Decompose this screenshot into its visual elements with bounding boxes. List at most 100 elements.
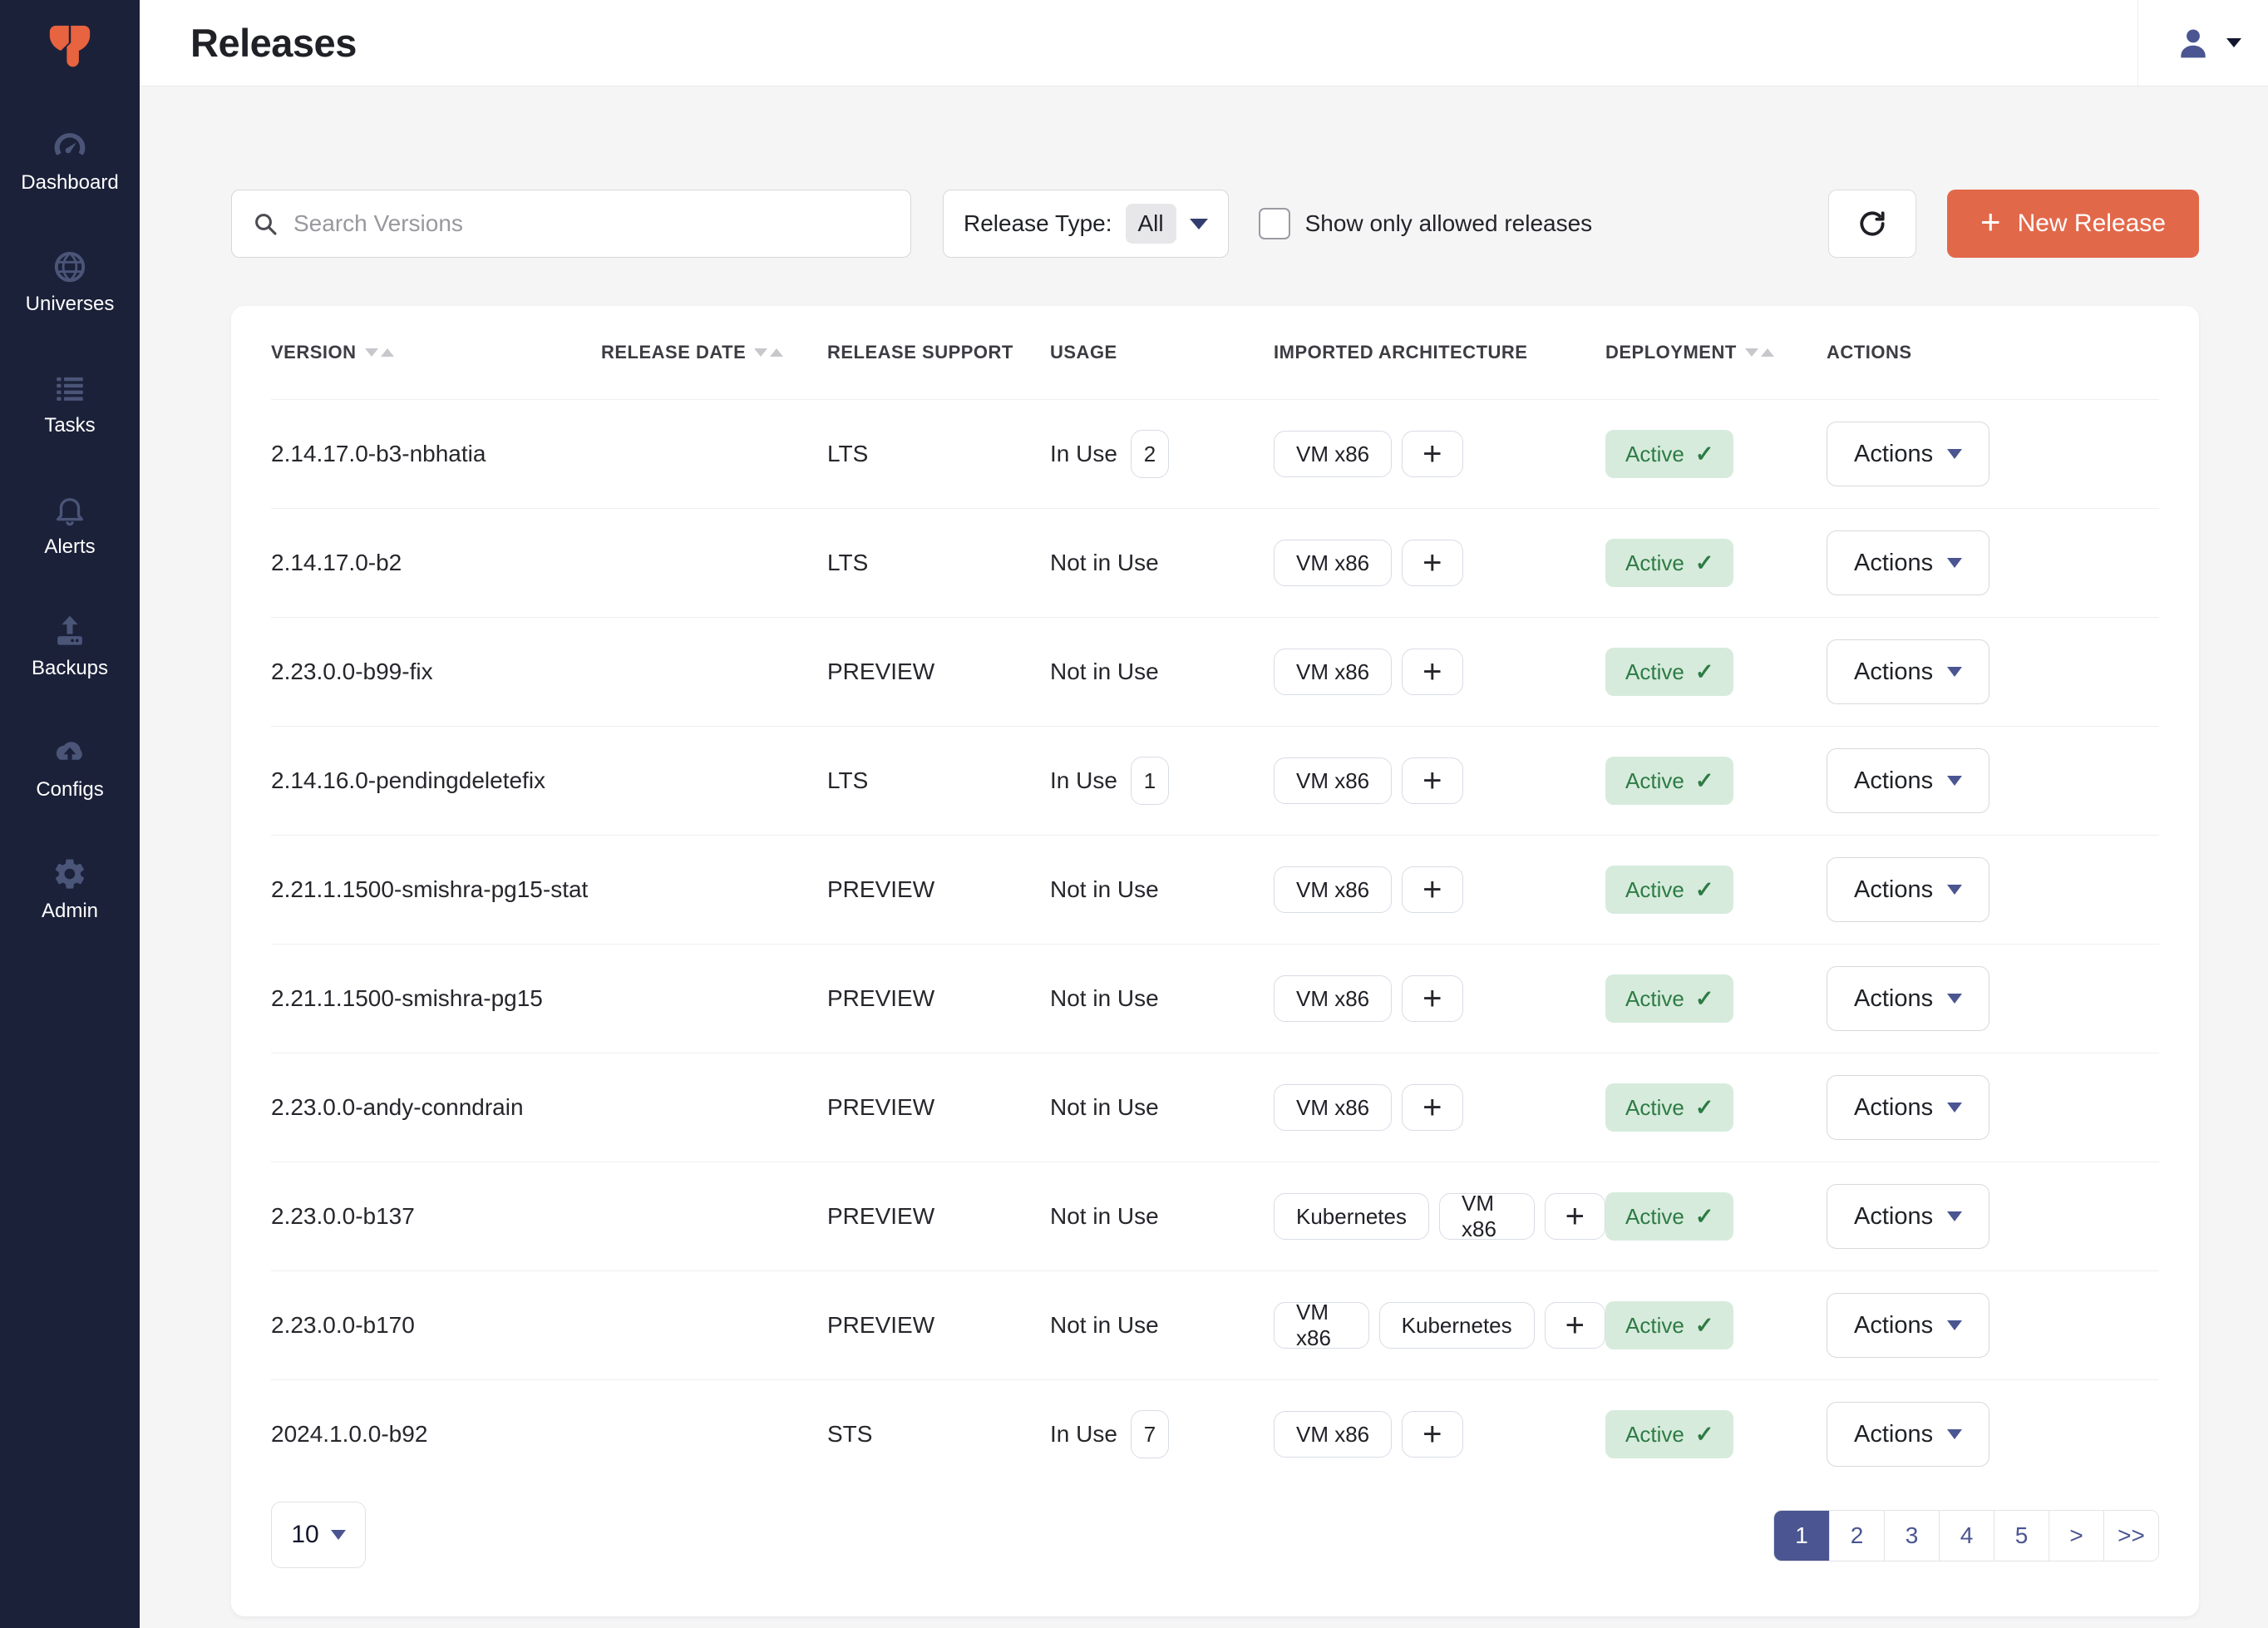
show-allowed-label: Show only allowed releases	[1305, 210, 1593, 237]
architecture-cell: VM x86+	[1274, 649, 1605, 695]
actions-button-label: Actions	[1854, 985, 1933, 1013]
architecture-cell: VM x86+	[1274, 540, 1605, 586]
usage-cell: Not in Use	[1050, 550, 1274, 576]
table-row: 2.23.0.0-b99-fix PREVIEW Not in Use VM x…	[271, 617, 2159, 726]
new-release-button[interactable]: + New Release	[1947, 190, 2199, 258]
actions-button-label: Actions	[1854, 1421, 1933, 1448]
deployment-cell: Active ✓	[1605, 974, 1827, 1023]
actions-dropdown-button[interactable]: Actions	[1827, 422, 1989, 486]
add-architecture-button[interactable]: +	[1402, 649, 1462, 695]
check-icon: ✓	[1695, 1313, 1714, 1339]
release-type-filter[interactable]: Release Type: All	[943, 190, 1229, 258]
deployment-status-badge: Active ✓	[1605, 1301, 1733, 1349]
sidebar-item-admin[interactable]: Admin	[0, 856, 140, 923]
actions-dropdown-button[interactable]: Actions	[1827, 748, 1989, 813]
usage-label: Not in Use	[1050, 1203, 1159, 1230]
actions-dropdown-button[interactable]: Actions	[1827, 966, 1989, 1031]
deployment-cell: Active ✓	[1605, 430, 1827, 478]
version-cell: 2.23.0.0-b137	[271, 1203, 601, 1230]
usage-cell: Not in Use	[1050, 985, 1274, 1012]
page-button[interactable]: 2	[1829, 1511, 1884, 1561]
add-architecture-button[interactable]: +	[1402, 975, 1462, 1022]
architecture-cell: VM x86+	[1274, 757, 1605, 804]
sort-icons	[754, 348, 783, 357]
sidebar-item-tasks[interactable]: Tasks	[0, 371, 140, 437]
add-architecture-button[interactable]: +	[1402, 1411, 1462, 1458]
actions-dropdown-button[interactable]: Actions	[1827, 1184, 1989, 1249]
column-header-release-date[interactable]: RELEASE DATE	[601, 342, 827, 363]
add-architecture-button[interactable]: +	[1402, 1084, 1462, 1131]
sidebar-item-alerts[interactable]: Alerts	[0, 492, 140, 559]
add-architecture-button[interactable]: +	[1402, 431, 1462, 477]
actions-cell: Actions	[1827, 1075, 2159, 1140]
chevron-down-icon	[1947, 667, 1962, 677]
architecture-cell: VM x86+	[1274, 1084, 1605, 1131]
column-header-release-support: RELEASE SUPPORT	[827, 342, 1050, 363]
refresh-button[interactable]	[1828, 190, 1916, 258]
page-button[interactable]: 5	[1994, 1511, 2049, 1561]
actions-dropdown-button[interactable]: Actions	[1827, 639, 1989, 704]
sidebar-item-configs[interactable]: Configs	[0, 735, 140, 802]
table-header-row: VERSION RELEASE DATE RELEASE SUPPORT USA…	[271, 306, 2159, 399]
check-icon: ✓	[1695, 659, 1714, 685]
architecture-chip: VM x86	[1274, 1411, 1392, 1458]
actions-dropdown-button[interactable]: Actions	[1827, 1075, 1989, 1140]
deployment-badge-label: Active	[1625, 550, 1684, 576]
user-menu-button[interactable]	[2137, 0, 2268, 86]
check-icon: ✓	[1695, 442, 1714, 467]
usage-label: In Use	[1050, 1421, 1117, 1448]
usage-label: Not in Use	[1050, 659, 1159, 685]
page-button[interactable]: 3	[1884, 1511, 1939, 1561]
search-icon	[252, 210, 279, 237]
usage-label: Not in Use	[1050, 876, 1159, 903]
actions-cell: Actions	[1827, 422, 2159, 486]
add-architecture-button[interactable]: +	[1402, 540, 1462, 586]
sidebar-item-backups[interactable]: Backups	[0, 614, 140, 680]
sort-icons	[1745, 348, 1774, 357]
sidebar-item-label: Configs	[36, 778, 103, 802]
last-page-button[interactable]: >>	[2103, 1511, 2158, 1561]
column-header-deployment[interactable]: DEPLOYMENT	[1605, 342, 1827, 363]
cloud-upload-icon	[52, 735, 87, 770]
actions-button-label: Actions	[1854, 767, 1933, 795]
page-size-dropdown[interactable]: 10	[271, 1502, 366, 1568]
actions-dropdown-button[interactable]: Actions	[1827, 857, 1989, 922]
sidebar-item-dashboard[interactable]: Dashboard	[0, 128, 140, 195]
release-support-cell: STS	[827, 1421, 1050, 1448]
deployment-status-badge: Active ✓	[1605, 539, 1733, 587]
deployment-badge-label: Active	[1625, 1422, 1684, 1448]
sidebar-item-universes[interactable]: Universes	[0, 249, 140, 316]
add-architecture-button[interactable]: +	[1402, 866, 1462, 913]
add-architecture-button[interactable]: +	[1545, 1302, 1605, 1349]
deployment-badge-label: Active	[1625, 986, 1684, 1012]
topbar: Releases	[140, 0, 2268, 86]
table-row: 2.23.0.0-b170 PREVIEW Not in Use VM x86K…	[271, 1270, 2159, 1379]
column-header-usage: USAGE	[1050, 342, 1274, 363]
sidebar-nav: Dashboard Universes Tasks Alerts Backups	[0, 128, 140, 923]
yugabyte-logo-icon[interactable]	[46, 22, 94, 70]
column-header-version[interactable]: VERSION	[271, 342, 601, 363]
add-architecture-button[interactable]: +	[1545, 1193, 1605, 1240]
deployment-cell: Active ✓	[1605, 1083, 1827, 1132]
version-cell: 2.14.17.0-b2	[271, 550, 601, 576]
page-button[interactable]: 1	[1774, 1511, 1829, 1561]
version-cell: 2.23.0.0-andy-conndrain	[271, 1094, 601, 1121]
bell-icon	[52, 492, 87, 527]
actions-cell: Actions	[1827, 639, 2159, 704]
actions-dropdown-button[interactable]: Actions	[1827, 1293, 1989, 1358]
page-button[interactable]: 4	[1939, 1511, 1994, 1561]
deployment-cell: Active ✓	[1605, 1301, 1827, 1349]
show-allowed-checkbox[interactable]	[1259, 208, 1290, 239]
column-header-imported-architecture: IMPORTED ARCHITECTURE	[1274, 342, 1605, 363]
deployment-badge-label: Active	[1625, 768, 1684, 794]
check-icon: ✓	[1695, 877, 1714, 903]
add-architecture-button[interactable]: +	[1402, 757, 1462, 804]
actions-dropdown-button[interactable]: Actions	[1827, 530, 1989, 595]
usage-label: In Use	[1050, 767, 1117, 794]
next-page-button[interactable]: >	[2049, 1511, 2103, 1561]
deployment-cell: Active ✓	[1605, 1410, 1827, 1458]
usage-cell: In Use 2	[1050, 430, 1274, 478]
search-input[interactable]	[293, 210, 890, 237]
architecture-cell: VM x86+	[1274, 431, 1605, 477]
actions-dropdown-button[interactable]: Actions	[1827, 1402, 1989, 1467]
